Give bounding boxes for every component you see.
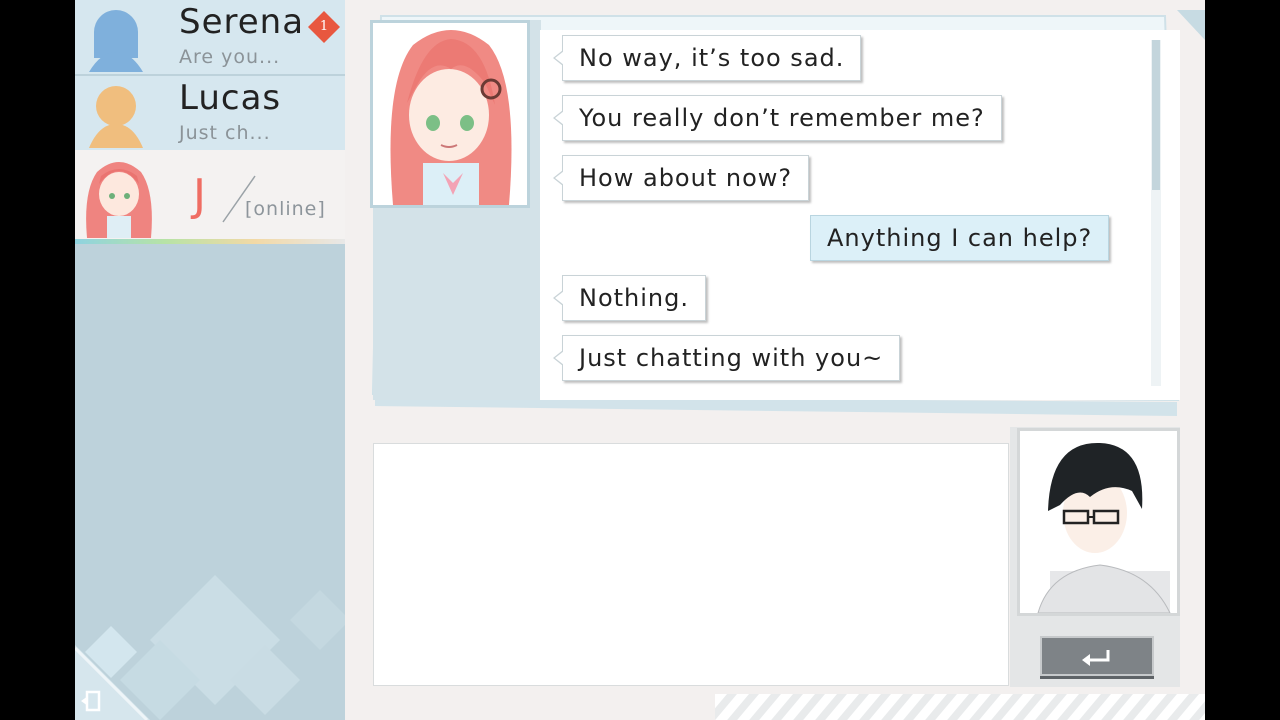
message-input[interactable] — [373, 443, 1009, 686]
contact-sidebar: Serena Are you... 1 Lucas Just ch... J [… — [75, 0, 345, 720]
message-bubble-incoming: Nothing. — [553, 275, 706, 321]
message-bubble-incoming: You really don’t remember me? — [553, 95, 1002, 141]
contact-name: Serena — [179, 2, 305, 42]
character-portrait — [373, 23, 527, 205]
message-bubble-outgoing: Anything I can help? — [810, 215, 1110, 261]
player-portrait-frame — [1017, 428, 1180, 616]
player-portrait — [1020, 431, 1177, 613]
chat-app: Serena Are you... 1 Lucas Just ch... J [… — [75, 0, 1205, 720]
message-bubble-incoming: No way, it’s too sad. — [552, 35, 862, 81]
contact-item-serena[interactable]: Serena Are you... 1 — [75, 0, 345, 74]
enter-return-icon — [1082, 650, 1110, 666]
girl-avatar — [86, 162, 152, 238]
chat-scrollbar[interactable] — [1151, 40, 1161, 386]
contact-name: Lucas — [179, 78, 282, 118]
scrollbar-thumb[interactable] — [1152, 40, 1160, 190]
contact-preview: Just ch... — [179, 122, 271, 144]
unread-badge: 1 — [307, 10, 341, 44]
send-button[interactable] — [1040, 636, 1154, 676]
character-portrait-frame — [370, 20, 530, 208]
contact-item-active[interactable]: J [online] — [75, 150, 345, 244]
online-status: [online] — [245, 198, 326, 220]
active-indicator — [75, 239, 345, 244]
contact-initial: J — [193, 170, 206, 221]
message-list[interactable]: No way, it’s too sad. You really don’t r… — [540, 30, 1180, 400]
exit-icon[interactable] — [79, 690, 101, 712]
diamond-decoration — [75, 575, 345, 720]
contact-preview: Are you... — [179, 46, 281, 68]
stripe-decoration — [715, 694, 1205, 720]
lucas-silhouette-avatar — [89, 86, 143, 148]
serena-silhouette-avatar — [89, 10, 143, 72]
contact-item-lucas[interactable]: Lucas Just ch... — [75, 76, 345, 150]
message-bubble-incoming: Just chatting with you~ — [552, 335, 901, 381]
unread-count: 1 — [319, 19, 329, 34]
message-bubble-incoming: How about now? — [552, 155, 810, 201]
